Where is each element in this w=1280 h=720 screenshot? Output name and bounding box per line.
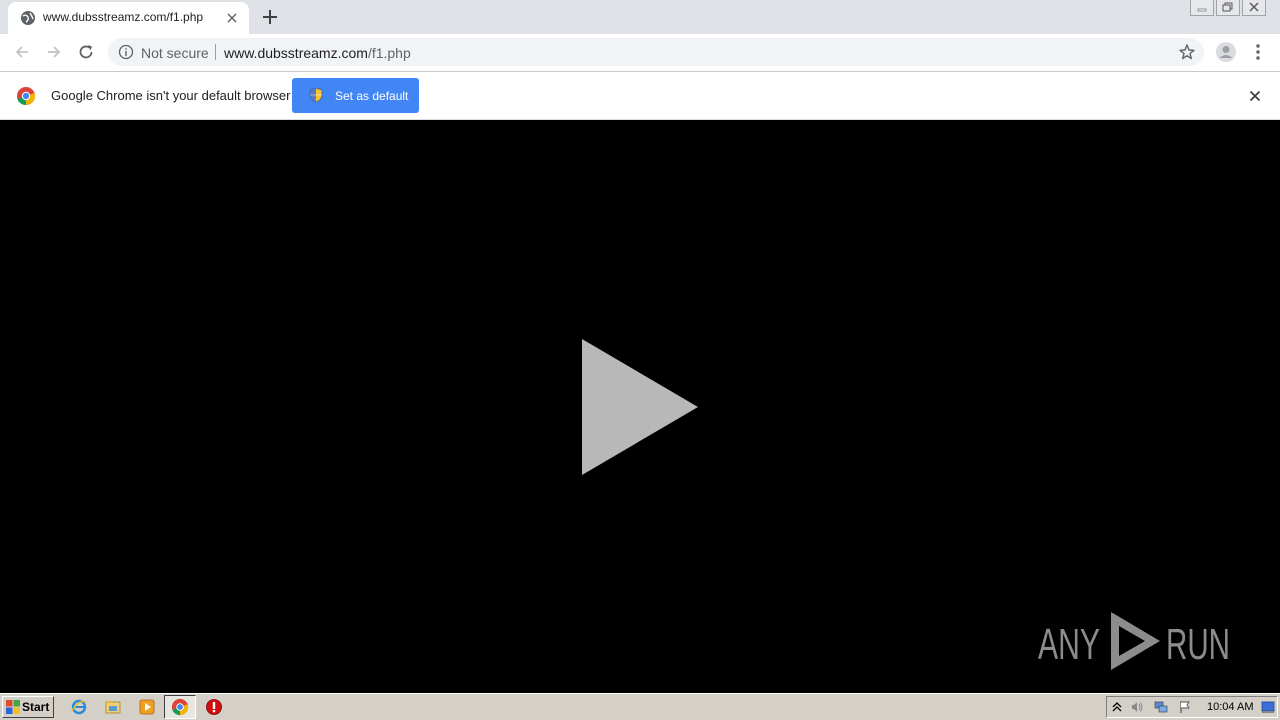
show-hidden-icons-icon[interactable] bbox=[1110, 700, 1124, 714]
start-button[interactable]: Start bbox=[2, 696, 54, 718]
tab-title: www.dubsstreamz.com/f1.php bbox=[43, 10, 204, 24]
window-controls bbox=[1190, 0, 1266, 18]
set-as-default-label: Set as default bbox=[335, 89, 409, 103]
close-tab-icon[interactable] bbox=[224, 10, 240, 26]
close-icon bbox=[1249, 2, 1259, 12]
restore-icon bbox=[1222, 2, 1233, 12]
uac-shield-icon bbox=[309, 87, 323, 103]
show-desktop-icon[interactable] bbox=[1261, 700, 1275, 714]
reload-icon[interactable] bbox=[76, 42, 96, 62]
system-tray: 10:04 AM bbox=[1106, 696, 1278, 718]
minimize-button[interactable] bbox=[1190, 0, 1214, 16]
watermark-play-icon bbox=[1111, 612, 1160, 670]
stop-icon[interactable] bbox=[205, 698, 223, 716]
url-path: /f1.php bbox=[367, 45, 411, 61]
chrome-taskbar-button[interactable] bbox=[164, 695, 196, 719]
anyrun-logo-icon: ANY RUN bbox=[1038, 612, 1230, 670]
separator bbox=[215, 44, 216, 60]
play-icon[interactable] bbox=[580, 337, 700, 477]
info-icon[interactable] bbox=[118, 44, 134, 60]
url-host: www.dubsstreamz.com bbox=[224, 45, 368, 61]
forward-arrow-icon[interactable] bbox=[44, 42, 64, 62]
minimize-icon bbox=[1197, 8, 1207, 12]
close-infobar-icon[interactable] bbox=[1247, 88, 1263, 104]
chrome-icon bbox=[171, 698, 189, 716]
back-arrow-icon[interactable] bbox=[12, 42, 32, 62]
video-player-area[interactable]: ANY RUN bbox=[0, 120, 1280, 693]
security-label[interactable]: Not secure bbox=[141, 45, 209, 61]
browser-tab[interactable]: www.dubsstreamz.com/f1.php bbox=[8, 2, 249, 34]
watermark-text-run: RUN bbox=[1166, 620, 1230, 669]
url-text[interactable]: www.dubsstreamz.com/f1.php bbox=[224, 45, 411, 61]
chrome-logo-icon bbox=[17, 87, 36, 106]
globe-icon bbox=[21, 11, 35, 25]
infobar-message: Google Chrome isn't your default browser bbox=[51, 88, 291, 103]
bookmark-star-icon[interactable] bbox=[1178, 43, 1196, 61]
start-label: Start bbox=[22, 700, 50, 714]
default-browser-infobar: Google Chrome isn't your default browser… bbox=[0, 72, 1280, 120]
address-bar[interactable]: Not secure www.dubsstreamz.com/f1.php bbox=[108, 38, 1204, 66]
action-center-flag-icon[interactable] bbox=[1178, 700, 1192, 714]
restore-button[interactable] bbox=[1216, 0, 1240, 16]
new-tab-icon[interactable] bbox=[260, 7, 280, 27]
clock[interactable]: 10:04 AM bbox=[1207, 701, 1253, 713]
profile-avatar-icon[interactable] bbox=[1215, 41, 1237, 63]
anyrun-watermark: ANY RUN bbox=[1038, 608, 1233, 674]
internet-explorer-icon[interactable] bbox=[70, 698, 88, 716]
browser-toolbar: Not secure www.dubsstreamz.com/f1.php bbox=[0, 34, 1280, 71]
file-explorer-icon[interactable] bbox=[104, 698, 122, 716]
watermark-text-any: ANY bbox=[1038, 620, 1100, 669]
close-window-button[interactable] bbox=[1242, 0, 1266, 16]
tab-strip: www.dubsstreamz.com/f1.php bbox=[0, 0, 1280, 34]
media-player-icon[interactable] bbox=[138, 698, 156, 716]
set-as-default-button[interactable]: Set as default bbox=[292, 78, 419, 113]
network-icon[interactable] bbox=[1154, 700, 1168, 714]
windows-taskbar: Start 10:04 AM bbox=[0, 693, 1280, 720]
windows-flag-icon bbox=[6, 700, 20, 714]
volume-icon[interactable] bbox=[1130, 700, 1144, 714]
kebab-menu-icon[interactable] bbox=[1250, 42, 1266, 62]
